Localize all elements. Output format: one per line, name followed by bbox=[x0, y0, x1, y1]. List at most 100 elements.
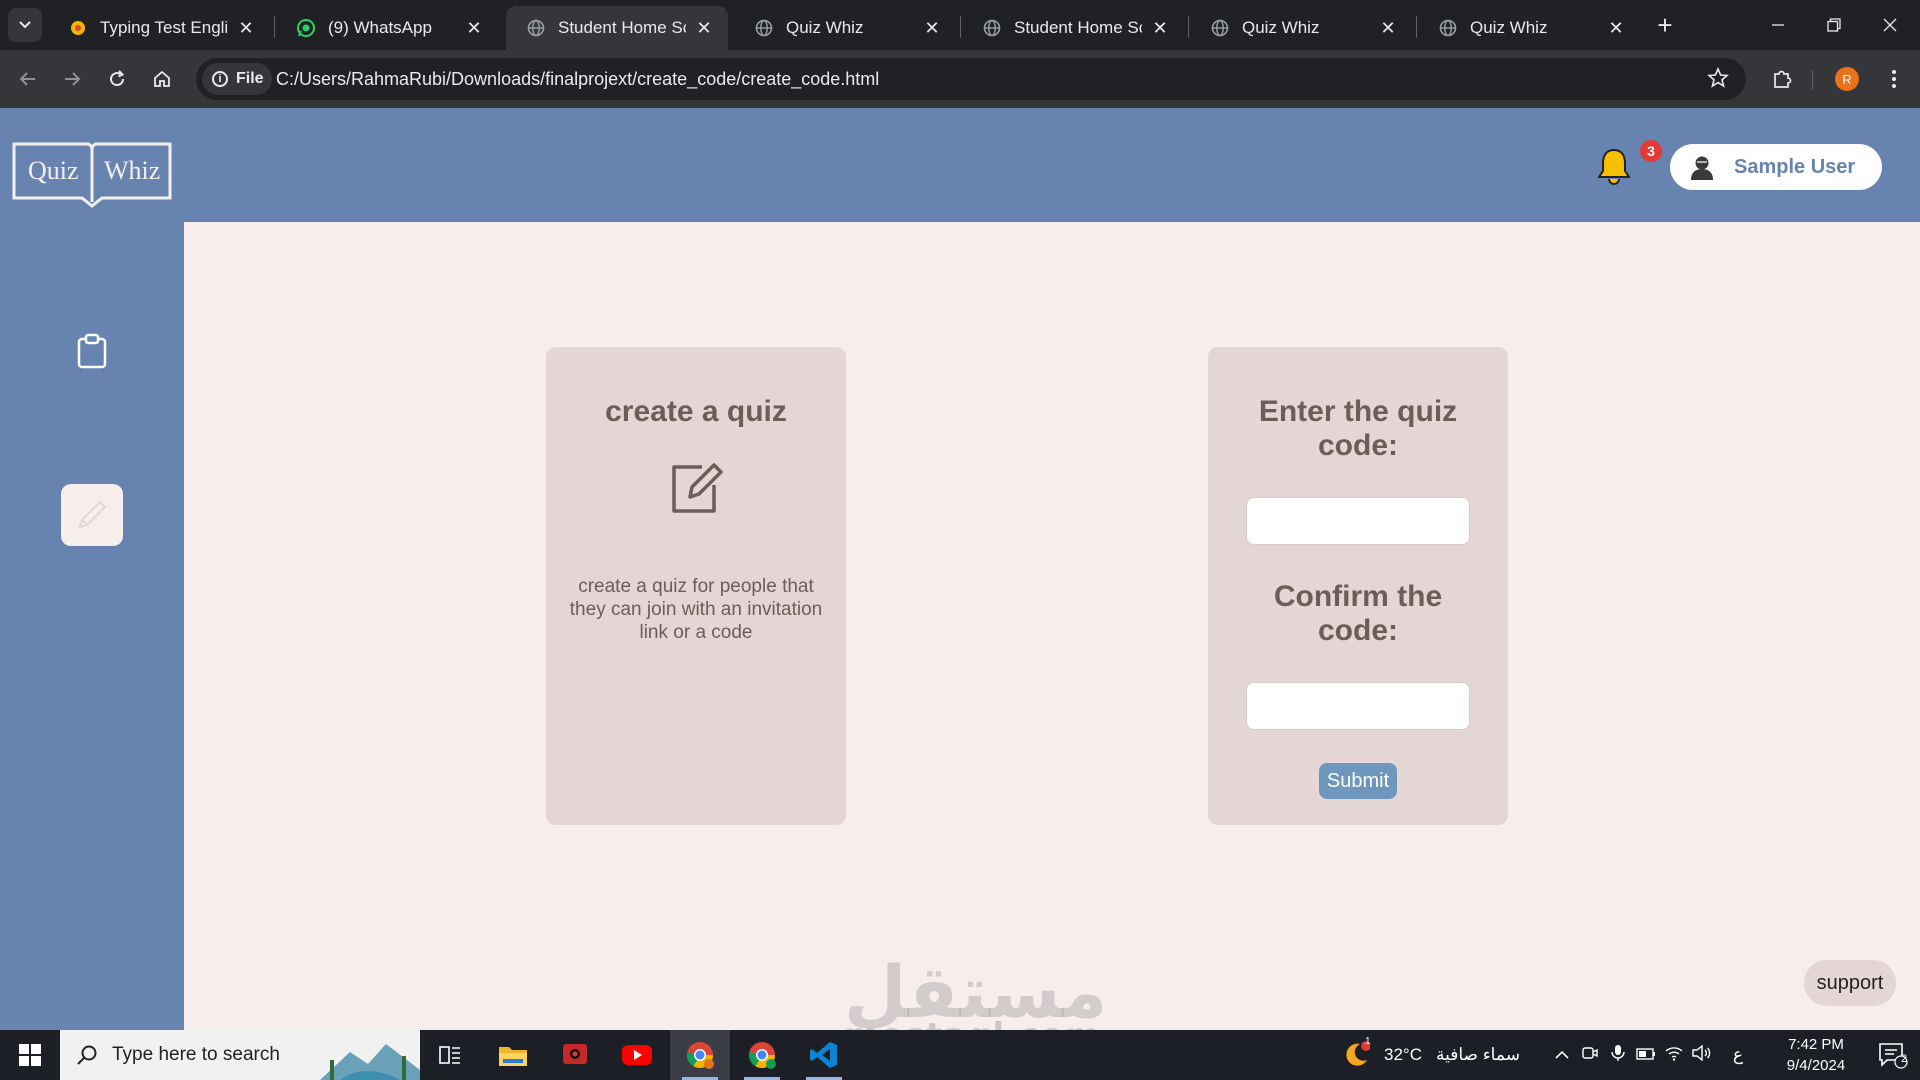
clipboard-icon bbox=[77, 333, 107, 369]
user-avatar-icon bbox=[1691, 156, 1713, 180]
notifications-button[interactable] bbox=[1596, 146, 1632, 186]
app-sidebar bbox=[0, 108, 184, 1030]
submit-button[interactable]: Submit bbox=[1319, 763, 1397, 799]
browser-tab-active[interactable]: Student Home Screen ✕ bbox=[506, 6, 728, 50]
tab-title: Student Home Screen bbox=[1014, 18, 1142, 37]
action-center-button[interactable]: 2 bbox=[1866, 1030, 1920, 1080]
logo-text-whiz: Whiz bbox=[104, 156, 161, 185]
taskbar-vscode[interactable] bbox=[794, 1030, 854, 1080]
tab-title: Typing Test English - bbox=[100, 18, 228, 37]
bell-icon bbox=[1597, 148, 1631, 185]
close-icon[interactable]: ✕ bbox=[922, 18, 942, 39]
pencil-icon bbox=[78, 500, 107, 529]
url-text[interactable]: C:/Users/RahmaRubi/Downloads/finalprojex… bbox=[276, 69, 879, 90]
browser-menu-button[interactable] bbox=[1874, 59, 1914, 99]
sidebar-item-quizzes[interactable] bbox=[61, 320, 123, 382]
close-icon[interactable]: ✕ bbox=[1606, 18, 1626, 39]
browser-tab[interactable]: Student Home Screen ✕ bbox=[962, 6, 1184, 50]
taskbar-screen-recorder[interactable] bbox=[545, 1030, 605, 1080]
windows-logo-icon bbox=[19, 1044, 41, 1066]
quiz-code-card: Enter the quiz code: Confirm the code: S… bbox=[1208, 347, 1508, 825]
site-info-chip[interactable]: i File bbox=[202, 63, 272, 95]
more-vertical-icon bbox=[1892, 70, 1896, 88]
browser-tab[interactable]: Typing Test English - ✕ bbox=[48, 6, 270, 50]
tab-title: Quiz Whiz bbox=[1470, 18, 1548, 37]
create-quiz-description: create a quiz for people that they can j… bbox=[569, 576, 823, 643]
weather-temp: 32°C bbox=[1384, 1045, 1422, 1064]
confirm-code-label: Confirm the code: bbox=[1273, 580, 1443, 647]
tab-divider bbox=[274, 16, 275, 38]
file-explorer-icon bbox=[499, 1047, 527, 1066]
new-tab-button[interactable]: + bbox=[1650, 10, 1680, 40]
user-profile-button[interactable]: Sample User bbox=[1670, 144, 1882, 190]
weather-condition: سماء صافية bbox=[1435, 1045, 1520, 1064]
watermark-text: mostaql.com bbox=[844, 1016, 1101, 1030]
browser-tab[interactable]: Quiz Whiz ✕ bbox=[1418, 6, 1640, 50]
weather-alert-badge: 1 bbox=[1365, 1036, 1371, 1047]
tab-title: Quiz Whiz bbox=[1242, 18, 1320, 37]
minimize-button[interactable] bbox=[1750, 0, 1806, 50]
forward-button[interactable] bbox=[52, 59, 92, 99]
chevron-up-icon[interactable] bbox=[1548, 1045, 1576, 1065]
restore-icon bbox=[1827, 18, 1841, 32]
search-placeholder: Type here to search bbox=[112, 1044, 280, 1065]
bookmark-star-icon[interactable] bbox=[1706, 66, 1730, 95]
profile-avatar: R bbox=[1835, 67, 1859, 91]
meet-now-icon[interactable] bbox=[1576, 1045, 1604, 1066]
plus-icon: + bbox=[1657, 9, 1673, 40]
volume-icon[interactable] bbox=[1688, 1044, 1716, 1066]
back-button[interactable] bbox=[8, 59, 48, 99]
close-icon[interactable]: ✕ bbox=[694, 18, 714, 39]
taskbar-clock[interactable]: 7:42 PM 9/4/2024 bbox=[1766, 1034, 1866, 1076]
restore-button[interactable] bbox=[1806, 0, 1862, 50]
extensions-button[interactable] bbox=[1762, 59, 1802, 99]
address-bar[interactable]: i File C:/Users/RahmaRubi/Downloads/fina… bbox=[196, 58, 1746, 100]
battery-icon[interactable] bbox=[1632, 1045, 1660, 1065]
tab-divider bbox=[1188, 16, 1189, 38]
microphone-icon[interactable] bbox=[1604, 1044, 1632, 1067]
browser-tab[interactable]: Quiz Whiz ✕ bbox=[1190, 6, 1412, 50]
sidebar-item-create[interactable] bbox=[61, 484, 123, 546]
start-button[interactable] bbox=[0, 1030, 60, 1080]
info-icon: i bbox=[212, 71, 228, 87]
home-button[interactable] bbox=[142, 59, 182, 99]
support-button[interactable]: support bbox=[1804, 960, 1896, 1006]
profile-button[interactable]: R bbox=[1827, 59, 1867, 99]
app-header bbox=[0, 108, 1920, 222]
create-quiz-title: create a quiz bbox=[605, 395, 787, 428]
browser-tab[interactable]: (9) WhatsApp ✕ bbox=[276, 6, 498, 50]
close-icon[interactable]: ✕ bbox=[236, 18, 256, 39]
windows-taskbar: Type here to search 1 32°C سماء صافية ع … bbox=[0, 1030, 1920, 1080]
wifi-icon[interactable] bbox=[1660, 1045, 1688, 1066]
taskbar-search-box[interactable]: Type here to search bbox=[60, 1030, 420, 1080]
create-quiz-card[interactable]: create a quiz create a quiz for people t… bbox=[546, 347, 846, 825]
tab-search-button[interactable] bbox=[8, 8, 42, 42]
taskbar-file-explorer[interactable] bbox=[483, 1030, 543, 1080]
quiz-code-input[interactable] bbox=[1246, 497, 1470, 545]
globe-icon bbox=[1438, 18, 1458, 38]
close-icon bbox=[1883, 18, 1897, 32]
input-language-indicator[interactable]: ع bbox=[1716, 1045, 1760, 1065]
quiz-whiz-logo[interactable]: Quiz Whiz bbox=[10, 140, 174, 210]
close-window-button[interactable] bbox=[1862, 0, 1918, 50]
task-view-button[interactable] bbox=[420, 1030, 480, 1080]
chrome-icon bbox=[748, 1042, 776, 1069]
close-icon[interactable]: ✕ bbox=[1378, 18, 1398, 39]
close-icon[interactable]: ✕ bbox=[1150, 18, 1170, 39]
close-icon[interactable]: ✕ bbox=[464, 18, 484, 39]
taskbar-chrome-profile-r[interactable] bbox=[670, 1030, 730, 1080]
landscape-icon bbox=[320, 1044, 420, 1080]
tab-divider bbox=[960, 16, 961, 38]
browser-tab[interactable]: Quiz Whiz ✕ bbox=[734, 6, 956, 50]
taskbar-youtube[interactable] bbox=[607, 1030, 667, 1080]
edit-icon bbox=[672, 463, 723, 513]
confirm-code-input[interactable] bbox=[1246, 682, 1470, 730]
whatsapp-icon bbox=[296, 18, 316, 38]
globe-icon bbox=[1210, 18, 1230, 38]
enter-code-label: Enter the quiz code: bbox=[1258, 395, 1458, 462]
reload-button[interactable] bbox=[97, 59, 137, 99]
tab-divider bbox=[1416, 16, 1417, 38]
taskbar-chrome-profile-a[interactable] bbox=[732, 1030, 792, 1080]
system-tray-icons: ع bbox=[1548, 1030, 1760, 1080]
weather-widget[interactable]: 1 32°C سماء صافية bbox=[1340, 1030, 1520, 1080]
